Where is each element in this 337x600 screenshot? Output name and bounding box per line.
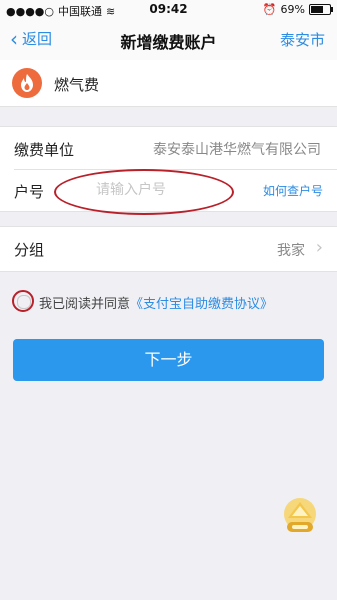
alarm-icon: ⏰: [262, 3, 277, 16]
status-right: ⏰ 69%: [262, 3, 333, 16]
next-step-button[interactable]: 下一步: [13, 339, 324, 381]
battery-percent: 69%: [280, 3, 305, 16]
agreement-text: 我已阅读并同意《支付宝自助缴费协议》: [39, 293, 273, 312]
account-row: 户号 如何查户号: [0, 169, 337, 211]
group-value: 我家: [277, 243, 305, 259]
chevron-right-icon: ›: [315, 237, 323, 258]
navigation-bar: ‹ 返回 新增缴费账户 泰安市: [0, 18, 337, 61]
flame-icon: [12, 68, 42, 98]
battery-fill: [311, 6, 324, 13]
account-form: 缴费单位 泰安泰山港华燃气有限公司 户号 如何查户号: [0, 126, 337, 212]
rights-badge-icon[interactable]: [278, 494, 322, 538]
bill-type-label: 燃气费: [54, 76, 100, 94]
account-label: 户号: [14, 183, 45, 201]
city-selector[interactable]: 泰安市: [280, 29, 325, 50]
agreement-row: 我已阅读并同意《支付宝自助缴费协议》: [10, 288, 330, 316]
unit-row: 缴费单位 泰安泰山港华燃气有限公司: [0, 127, 337, 170]
bill-type-header: 燃气费: [0, 60, 337, 107]
account-number-input[interactable]: [58, 175, 238, 205]
unit-value: 泰安泰山港华燃气有限公司: [153, 142, 321, 158]
how-to-find-account-link[interactable]: 如何查户号: [263, 182, 323, 199]
unit-label: 缴费单位: [14, 141, 75, 159]
agreement-checkbox[interactable]: [12, 290, 34, 312]
group-label: 分组: [14, 241, 45, 259]
agreement-link[interactable]: 《支付宝自助缴费协议》: [130, 297, 273, 312]
battery-icon: [309, 4, 333, 15]
status-bar: ●●●●○ 中国联通 ≋ 09:42 ⏰ 69%: [0, 0, 337, 18]
group-selector[interactable]: 分组 我家 ›: [0, 226, 337, 272]
agreement-prefix: 我已阅读并同意: [39, 297, 131, 312]
